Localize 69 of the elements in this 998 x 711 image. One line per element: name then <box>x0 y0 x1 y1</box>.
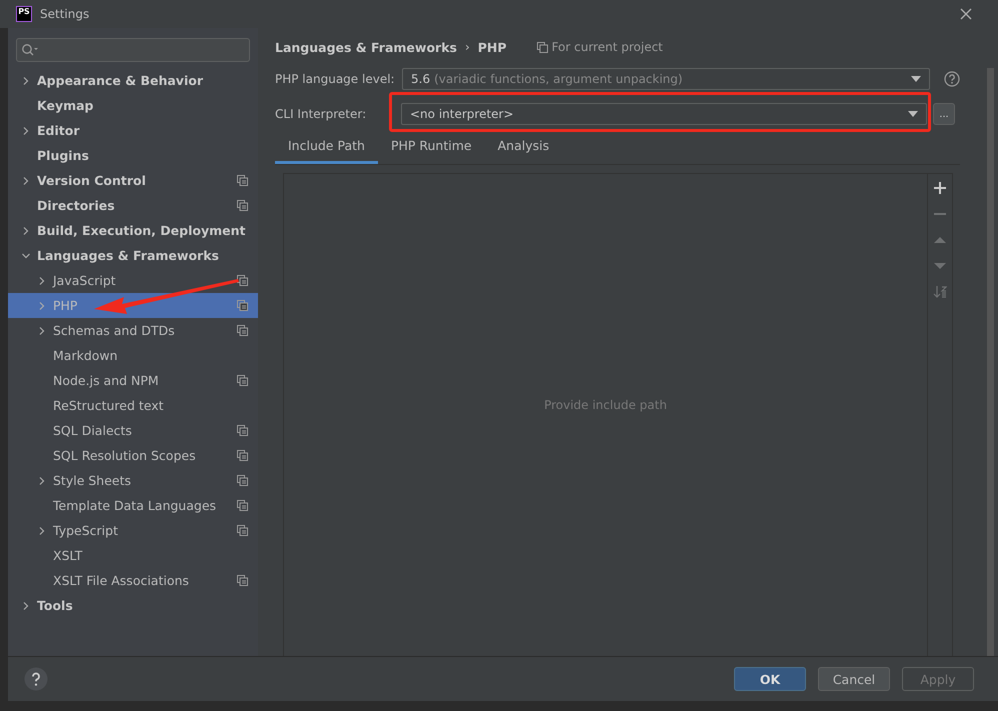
caret-icon <box>911 76 921 82</box>
dropdown[interactable]: 5.6 (variadic functions, argument unpacking) <box>402 68 930 90</box>
chevron-right-icon[interactable] <box>38 476 46 484</box>
breadcrumb-current: PHP <box>478 40 507 54</box>
tree-item[interactable]: ReStructured text <box>8 393 258 418</box>
copy-icon <box>237 450 248 461</box>
breadcrumb-separator: › <box>464 40 470 54</box>
tree-item[interactable]: XSLT <box>8 543 258 568</box>
tree-item[interactable]: Keymap <box>8 93 258 118</box>
tree-item[interactable]: Appearance & Behavior <box>8 68 258 93</box>
copy-icon <box>237 425 248 436</box>
window-title: Settings <box>40 7 90 21</box>
chevron-right-icon[interactable] <box>22 126 30 134</box>
tab[interactable]: PHP Runtime <box>378 134 485 164</box>
field-label: PHP language level: <box>275 72 396 86</box>
copy-icon <box>237 300 248 311</box>
tree-item[interactable]: Style Sheets <box>8 468 258 493</box>
tree-item[interactable]: SQL Dialects <box>8 418 258 443</box>
tab[interactable]: Include Path <box>275 134 378 164</box>
chevron-right-icon[interactable] <box>38 326 46 334</box>
tree-item[interactable]: JavaScript <box>8 268 258 293</box>
tree-item[interactable]: Languages & Frameworks <box>8 243 258 268</box>
help-icon[interactable] <box>944 71 960 87</box>
dialog-button[interactable]: Cancel <box>818 667 890 691</box>
field-label: CLI Interpreter: <box>275 107 368 121</box>
copy-icon <box>237 575 248 586</box>
dropdown[interactable]: <no interpreter> <box>401 103 927 125</box>
tree-item[interactable]: Version Control <box>8 168 258 193</box>
tree-item[interactable]: Directories <box>8 193 258 218</box>
tab[interactable]: Analysis <box>484 134 562 164</box>
chevron-right-icon[interactable] <box>22 226 30 234</box>
copy-icon <box>237 475 248 486</box>
chevron-right-icon[interactable] <box>38 526 46 534</box>
caret-icon <box>908 111 918 117</box>
search-icon <box>21 43 39 57</box>
tree-item[interactable]: TypeScript <box>8 518 258 543</box>
copy-icon <box>237 500 248 511</box>
help-icon[interactable] <box>24 667 48 691</box>
copy-icon <box>237 275 248 286</box>
copy-icon <box>237 200 248 211</box>
search-field[interactable] <box>16 38 250 62</box>
browse-button[interactable]: ... <box>933 103 955 125</box>
chevron-right-icon[interactable] <box>38 276 46 284</box>
tree-item[interactable]: Node.js and NPM <box>8 368 258 393</box>
copy-icon <box>536 42 548 52</box>
tree-item[interactable]: Editor <box>8 118 258 143</box>
empty-message: Provide include path <box>544 398 667 412</box>
chevron-right-icon[interactable] <box>22 76 30 84</box>
tree-item[interactable]: Schemas and DTDs <box>8 318 258 343</box>
dialog-button[interactable]: OK <box>734 667 806 691</box>
app-icon: PS <box>16 6 32 22</box>
tree-item[interactable]: Tools <box>8 593 258 618</box>
tree-item[interactable]: SQL Resolution Scopes <box>8 443 258 468</box>
chevron-down-icon[interactable] <box>22 252 30 260</box>
chevron-right-icon[interactable] <box>22 602 30 610</box>
copy-icon <box>237 175 248 186</box>
chevron-right-icon[interactable] <box>22 176 30 184</box>
tree-item[interactable]: Template Data Languages <box>8 493 258 518</box>
tree-item[interactable]: Markdown <box>8 343 258 368</box>
close-icon[interactable] <box>960 8 972 20</box>
scope-label: For current project <box>552 40 663 54</box>
copy-icon <box>237 525 248 536</box>
tree-item[interactable]: XSLT File Associations <box>8 568 258 593</box>
breadcrumb-parent[interactable]: Languages & Frameworks <box>275 40 457 54</box>
tree-item[interactable]: Plugins <box>8 143 258 168</box>
copy-icon <box>237 325 248 336</box>
copy-icon <box>237 375 248 386</box>
tree-item[interactable]: Build, Execution, Deployment <box>8 218 258 243</box>
add-icon[interactable] <box>933 181 947 195</box>
